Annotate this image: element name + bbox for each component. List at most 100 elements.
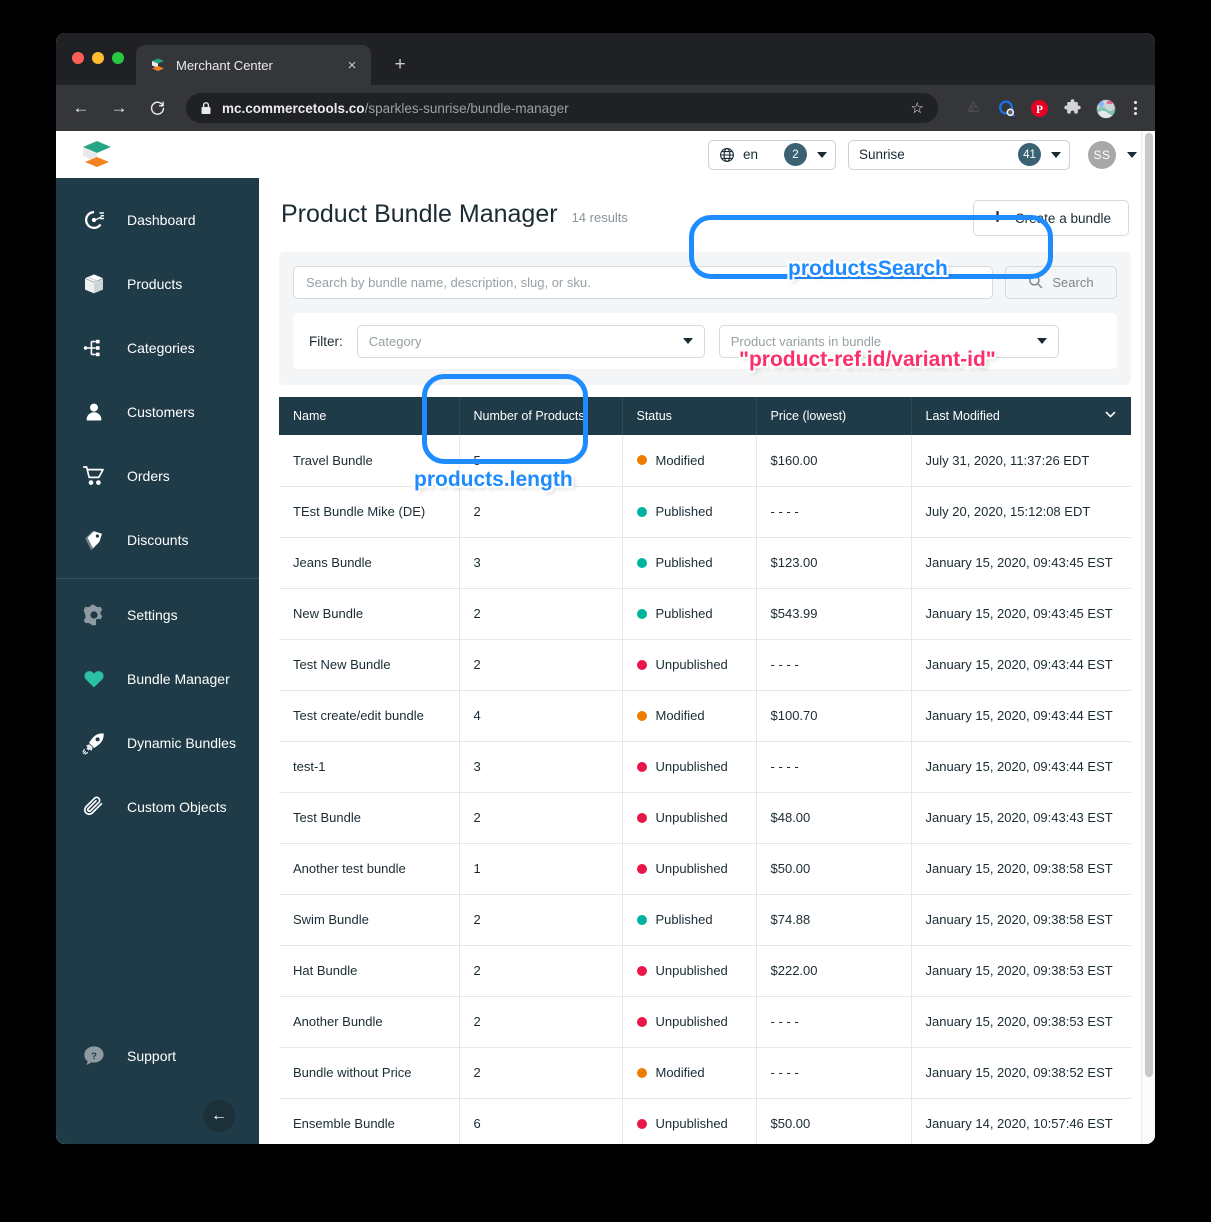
language-selector[interactable]: en 2 bbox=[708, 139, 836, 170]
question-bubble-icon: ? bbox=[81, 1044, 106, 1069]
pinterest-icon[interactable]: P bbox=[1030, 99, 1049, 118]
sidebar-item-products[interactable]: Products bbox=[56, 252, 259, 316]
search-input[interactable] bbox=[293, 266, 993, 299]
table-row[interactable]: TEst Bundle Mike (DE) 2 Published - - - - Ju… bbox=[279, 486, 1131, 538]
category-filter-select[interactable]: Category bbox=[356, 324, 705, 358]
address-bar[interactable]: mc.commercetools.co/sparkles-sunrise/bun… bbox=[186, 93, 938, 123]
commercetools-logo[interactable] bbox=[80, 140, 114, 170]
table-row[interactable]: Jeans Bundle 3 Published $123.00 January 15,… bbox=[279, 537, 1131, 589]
sidebar-item-label: Custom Objects bbox=[127, 799, 227, 815]
browser-menu-icon[interactable] bbox=[1129, 99, 1141, 118]
cell-price: $48.00 bbox=[756, 792, 912, 844]
sidebar-item-dynamic-bundles[interactable]: Dynamic Bundles bbox=[56, 711, 259, 775]
create-bundle-button[interactable]: Create a bundle bbox=[972, 200, 1129, 236]
table-row[interactable]: Hat Bundle 2 Unpublished $222.00 January 15,… bbox=[279, 945, 1131, 997]
sidebar-item-dashboard[interactable]: Dashboard bbox=[56, 188, 259, 252]
column-header-number-of-products[interactable]: Number of Products bbox=[459, 397, 623, 435]
search-filter-panel: Search Filter: Category Product variants… bbox=[279, 252, 1131, 385]
forward-icon[interactable]: → bbox=[108, 97, 130, 119]
user-menu[interactable]: SS bbox=[1088, 140, 1137, 169]
cell-last-modified: January 15, 2020, 09:38:58 EST bbox=[911, 843, 1131, 895]
rocket-icon bbox=[81, 731, 106, 756]
status-dot-icon bbox=[636, 914, 647, 925]
project-selector[interactable]: Sunrise 41 bbox=[848, 139, 1070, 170]
column-header-price[interactable]: Price (lowest) bbox=[756, 397, 912, 435]
table-row[interactable]: Test New Bundle 2 Unpublished - - - - Januar… bbox=[279, 639, 1131, 691]
puzzle-extension-icon[interactable] bbox=[1063, 98, 1082, 118]
sidebar-item-discounts[interactable]: Discounts bbox=[56, 508, 259, 572]
tree-icon bbox=[81, 336, 106, 361]
sidebar-item-orders[interactable]: Orders bbox=[56, 444, 259, 508]
table-row[interactable]: Test create/edit bundle 4 Modified $100.70 J… bbox=[279, 690, 1131, 742]
column-header-name[interactable]: Name bbox=[279, 397, 460, 435]
cell-status: Published bbox=[622, 894, 757, 946]
cell-price: $50.00 bbox=[756, 1098, 912, 1144]
status-label: Unpublished bbox=[655, 1116, 728, 1131]
column-header-status[interactable]: Status bbox=[622, 397, 757, 435]
status-badge: Unpublished bbox=[636, 657, 742, 672]
column-header-last-modified[interactable]: Last Modified bbox=[911, 397, 1131, 435]
table-header: Name Number of Products Status Price (lo… bbox=[279, 397, 1131, 435]
sidebar-collapse-button[interactable]: ← bbox=[203, 1100, 235, 1132]
search-icon bbox=[1028, 274, 1043, 292]
status-label: Published bbox=[655, 555, 713, 570]
cell-number-of-products: 4 bbox=[459, 690, 623, 742]
sidebar-item-categories[interactable]: Categories bbox=[56, 316, 259, 380]
search-lens-icon[interactable] bbox=[997, 99, 1016, 118]
table-header-row: Name Number of Products Status Price (lo… bbox=[279, 397, 1131, 435]
paperclip-icon bbox=[81, 795, 106, 820]
cell-price: - - - - bbox=[756, 639, 912, 691]
product-variants-filter-select[interactable]: Product variants in bundle bbox=[718, 324, 1059, 358]
address-bar-url: mc.commercetools.co/sparkles-sunrise/bun… bbox=[222, 101, 569, 116]
back-icon[interactable]: ← bbox=[70, 97, 92, 119]
status-dot-icon bbox=[636, 659, 647, 670]
sidebar-item-label: Orders bbox=[127, 468, 170, 484]
minimize-window-button[interactable] bbox=[92, 52, 104, 64]
browser-tab[interactable]: Merchant Center × bbox=[136, 45, 371, 85]
status-label: Unpublished bbox=[655, 861, 728, 876]
table-row[interactable]: New Bundle 2 Published $543.99 January 15, 2… bbox=[279, 588, 1131, 640]
search-button[interactable]: Search bbox=[1005, 266, 1117, 299]
cell-number-of-products: 1 bbox=[459, 843, 623, 895]
reload-icon[interactable] bbox=[146, 97, 168, 119]
table-row[interactable]: Test Bundle 2 Unpublished $48.00 January 15,… bbox=[279, 792, 1131, 844]
status-label: Modified bbox=[655, 708, 705, 723]
page-scrollbar-thumb[interactable] bbox=[1145, 133, 1153, 1077]
sidebar-item-customers[interactable]: Customers bbox=[56, 380, 259, 444]
sidebar-item-label: Products bbox=[127, 276, 183, 292]
bookmark-star-icon[interactable]: ☆ bbox=[911, 99, 924, 117]
table-row[interactable]: Swim Bundle 2 Published $74.88 January 15, 2… bbox=[279, 894, 1131, 946]
cell-name: Bundle without Price bbox=[279, 1047, 460, 1099]
sidebar-item-custom-objects[interactable]: Custom Objects bbox=[56, 775, 259, 839]
cell-status: Unpublished bbox=[622, 1098, 757, 1144]
cell-number-of-products: 6 bbox=[459, 1098, 623, 1144]
close-icon[interactable]: × bbox=[343, 56, 361, 74]
status-badge: Modified bbox=[636, 1065, 742, 1080]
page-scrollbar[interactable] bbox=[1141, 131, 1155, 1144]
table-row[interactable]: Another Bundle 2 Unpublished - - - - January… bbox=[279, 996, 1131, 1048]
cell-name: Another Bundle bbox=[279, 996, 460, 1048]
table-row[interactable]: Bundle without Price 2 Modified - - - - Janu… bbox=[279, 1047, 1131, 1099]
sidebar-item-support[interactable]: ? Support bbox=[56, 1024, 259, 1088]
cell-number-of-products: 2 bbox=[459, 792, 623, 844]
table-row[interactable]: test-1 3 Unpublished - - - - January 15, 202… bbox=[279, 741, 1131, 793]
cell-name: TEst Bundle Mike (DE) bbox=[279, 486, 460, 538]
maximize-window-button[interactable] bbox=[112, 52, 124, 64]
recycle-icon[interactable] bbox=[964, 99, 983, 118]
cell-status: Modified bbox=[622, 1047, 757, 1099]
url-path: /sparkles-sunrise/bundle-manager bbox=[364, 100, 569, 116]
new-tab-button[interactable]: + bbox=[389, 54, 411, 76]
sidebar-item-bundle-manager[interactable]: Bundle Manager bbox=[56, 647, 259, 711]
cell-number-of-products: 2 bbox=[459, 894, 623, 946]
project-value: Sunrise bbox=[859, 147, 905, 162]
table-row[interactable]: Travel Bundle 5 Modified $160.00 July 31, 20… bbox=[279, 435, 1131, 487]
profile-avatar-icon[interactable] bbox=[1096, 98, 1116, 119]
chevron-down-icon[interactable] bbox=[1104, 408, 1117, 424]
close-window-button[interactable] bbox=[72, 52, 84, 64]
cell-status: Modified bbox=[622, 435, 757, 487]
cell-status: Unpublished bbox=[622, 639, 757, 691]
cell-name: Ensemble Bundle bbox=[279, 1098, 460, 1144]
table-row[interactable]: Another test bundle 1 Unpublished $50.00 Jan… bbox=[279, 843, 1131, 895]
table-row[interactable]: Ensemble Bundle 6 Unpublished $50.00 January… bbox=[279, 1098, 1131, 1144]
sidebar-item-settings[interactable]: Settings bbox=[56, 583, 259, 647]
